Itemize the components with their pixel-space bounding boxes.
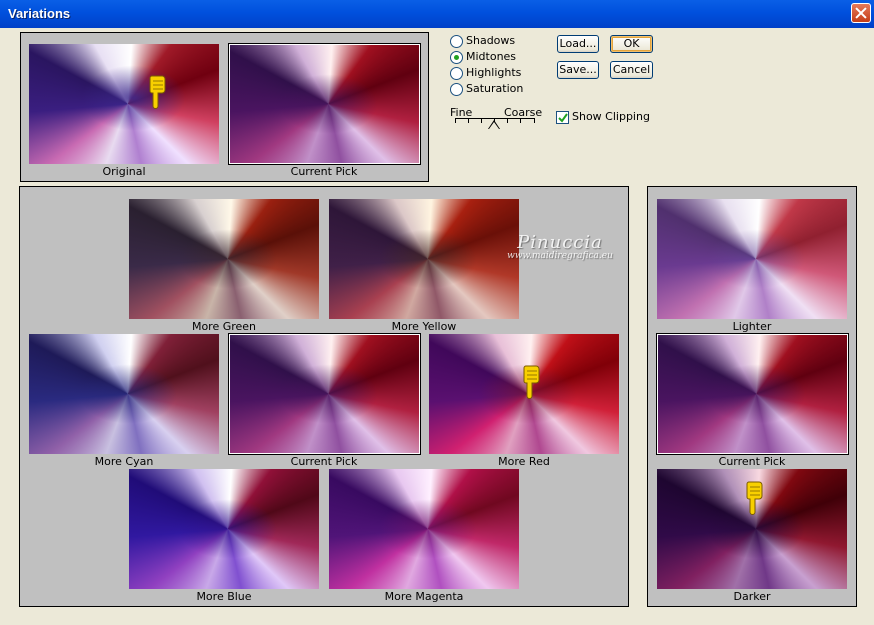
original-thumbnail <box>29 44 219 164</box>
title-bar: Variations <box>0 0 874 28</box>
radio-button[interactable] <box>450 67 463 80</box>
more-cyan-caption: More Cyan <box>94 455 154 468</box>
current-pick-preview-thumbnail <box>228 43 421 165</box>
radio-label: Midtones <box>466 50 517 63</box>
show-clipping-label: Show Clipping <box>572 110 650 123</box>
current-pick-color-caption: Current Pick <box>290 455 358 468</box>
close-button[interactable] <box>851 3 871 23</box>
radio-label: Saturation <box>466 82 524 95</box>
darker-caption: Darker <box>733 590 771 603</box>
slider-pointer-icon[interactable] <box>488 120 500 129</box>
radio-button[interactable] <box>450 35 463 48</box>
pointing-hand-icon <box>149 75 166 109</box>
checkmark-icon <box>558 113 568 123</box>
cancel-button[interactable]: Cancel <box>610 61 653 79</box>
radio-button[interactable] <box>450 51 463 64</box>
window-title: Variations <box>8 6 71 21</box>
pointing-hand-icon <box>523 365 540 399</box>
pointing-hand-icon <box>746 481 763 515</box>
watermark-title: Pinuccia <box>517 232 603 253</box>
more-magenta-thumbnail[interactable] <box>329 469 519 589</box>
preview-panel: Original Current Pick <box>20 32 429 182</box>
watermark: Pinuccia www.maidiregrafica.eu <box>490 232 630 261</box>
current-pick-brightness-caption: Current Pick <box>718 455 786 468</box>
brightness-panel: Lighter Current Pick Darker <box>647 186 857 607</box>
lighter-thumbnail[interactable] <box>657 199 847 319</box>
show-clipping-checkbox[interactable] <box>556 111 569 124</box>
more-red-caption: More Red <box>498 455 550 468</box>
current-pick-preview-caption: Current Pick <box>290 165 358 178</box>
ok-button[interactable]: OK <box>610 35 653 53</box>
more-green-thumbnail[interactable] <box>129 199 319 319</box>
more-blue-caption: More Blue <box>196 590 252 603</box>
more-green-caption: More Green <box>191 320 257 333</box>
more-blue-thumbnail[interactable] <box>129 469 319 589</box>
radio-label: Shadows <box>466 34 516 47</box>
original-caption: Original <box>102 165 146 178</box>
watermark-url: www.maidiregrafica.eu <box>507 251 613 261</box>
current-pick-brightness-thumbnail[interactable] <box>656 333 849 455</box>
radio-button[interactable] <box>450 83 463 96</box>
radio-label: Highlights <box>466 66 522 79</box>
lighter-caption: Lighter <box>732 320 772 333</box>
more-yellow-caption: More Yellow <box>391 320 457 333</box>
more-magenta-caption: More Magenta <box>384 590 464 603</box>
save-button[interactable]: Save... <box>557 61 599 79</box>
fine-coarse-slider[interactable] <box>455 118 535 132</box>
current-pick-color-thumbnail[interactable] <box>228 333 421 455</box>
load-button[interactable]: Load... <box>557 35 599 53</box>
more-cyan-thumbnail[interactable] <box>29 334 219 454</box>
